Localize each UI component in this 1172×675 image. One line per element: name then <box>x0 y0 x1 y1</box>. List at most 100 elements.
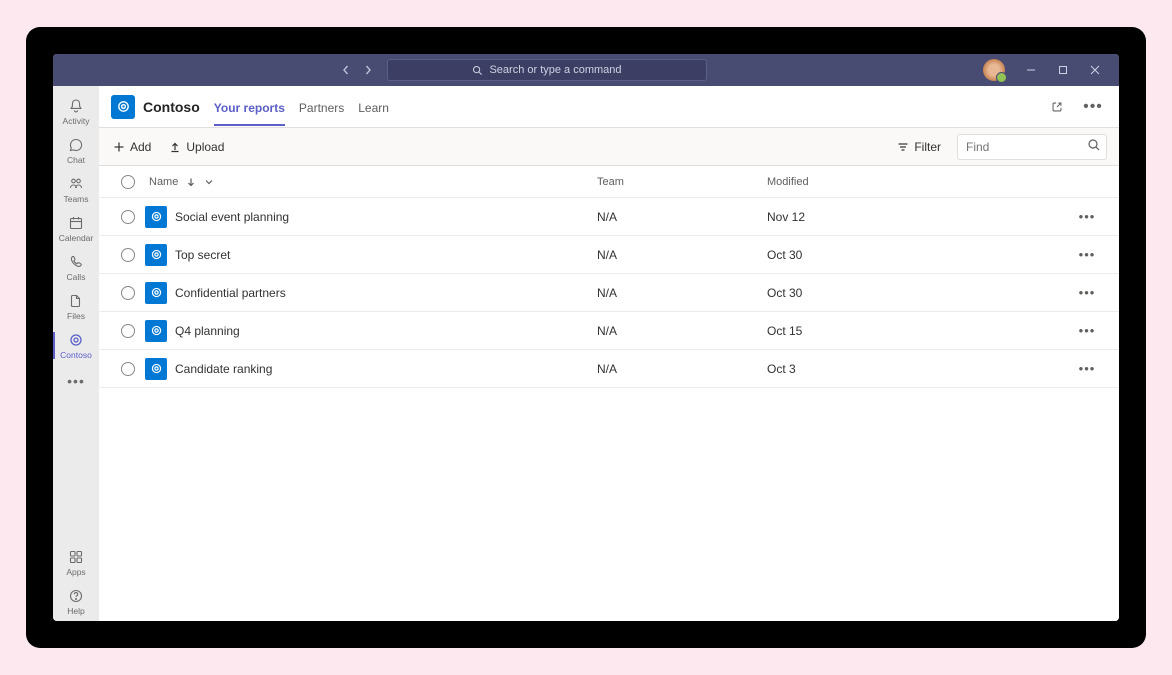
search-icon <box>1087 138 1101 152</box>
tab-partners[interactable]: Partners <box>299 89 344 125</box>
rail-item-label: Files <box>67 311 85 321</box>
row-team: N/A <box>597 324 767 338</box>
find-box <box>957 134 1107 160</box>
table-row[interactable]: Q4 planning N/A Oct 15 ••• <box>99 312 1119 350</box>
user-avatar[interactable] <box>983 59 1005 81</box>
add-label: Add <box>130 140 151 154</box>
rail-item-label: Calls <box>67 272 86 282</box>
contoso-app-icon <box>67 331 85 349</box>
column-name[interactable]: Name <box>149 176 178 188</box>
filter-label: Filter <box>914 140 941 154</box>
window-maximize-button[interactable] <box>1047 56 1079 84</box>
window-minimize-button[interactable] <box>1015 56 1047 84</box>
select-all-checkbox[interactable] <box>121 175 135 189</box>
row-name: Candidate ranking <box>175 362 272 376</box>
rail-item-label: Apps <box>66 567 85 577</box>
row-checkbox[interactable] <box>121 248 135 262</box>
chevron-down-icon[interactable] <box>204 177 214 187</box>
table-row[interactable]: Social event planning N/A Nov 12 ••• <box>99 198 1119 236</box>
row-checkbox[interactable] <box>121 286 135 300</box>
filter-icon <box>897 141 909 153</box>
report-file-icon <box>145 282 167 304</box>
rail-more-button[interactable]: ••• <box>67 365 85 397</box>
add-button[interactable]: Add <box>111 136 153 158</box>
app-header: Contoso Your reports Partners Learn ••• <box>99 86 1119 128</box>
row-more-button[interactable]: ••• <box>1067 323 1107 338</box>
report-file-icon <box>145 244 167 266</box>
row-more-button[interactable]: ••• <box>1067 209 1107 224</box>
row-more-button[interactable]: ••• <box>1067 285 1107 300</box>
row-name: Confidential partners <box>175 286 286 300</box>
rail-item-label: Chat <box>67 155 85 165</box>
row-team: N/A <box>597 248 767 262</box>
more-options-button[interactable]: ••• <box>1079 93 1107 121</box>
row-modified: Nov 12 <box>767 210 1067 224</box>
row-more-button[interactable]: ••• <box>1067 247 1107 262</box>
app-header-icon <box>111 95 135 119</box>
nav-forward-button[interactable] <box>359 61 377 79</box>
apps-icon <box>67 548 85 566</box>
bell-icon <box>67 97 85 115</box>
teams-window: Search or type a command Activity <box>53 54 1119 621</box>
row-name: Social event planning <box>175 210 289 224</box>
rail-item-label: Calendar <box>59 233 94 243</box>
rail-item-help[interactable]: Help <box>53 582 99 621</box>
row-more-button[interactable]: ••• <box>1067 361 1107 376</box>
nav-back-button[interactable] <box>337 61 355 79</box>
report-file-icon <box>145 320 167 342</box>
open-external-button[interactable] <box>1043 93 1071 121</box>
column-modified[interactable]: Modified <box>767 176 1067 188</box>
search-placeholder: Search or type a command <box>489 64 621 76</box>
rail-item-label: Contoso <box>60 350 92 360</box>
rail-item-apps[interactable]: Apps <box>53 543 99 582</box>
app-rail: Activity Chat Teams Calendar Calls <box>53 86 99 621</box>
rail-item-label: Activity <box>63 116 90 126</box>
help-icon <box>67 587 85 605</box>
table-row[interactable]: Confidential partners N/A Oct 30 ••• <box>99 274 1119 312</box>
sort-arrow-down-icon[interactable] <box>186 177 196 187</box>
plus-icon <box>113 141 125 153</box>
filter-button[interactable]: Filter <box>895 136 943 158</box>
global-search-input[interactable]: Search or type a command <box>387 59 707 81</box>
table-header: Name Team Modified <box>99 166 1119 198</box>
main-content: Contoso Your reports Partners Learn ••• <box>99 86 1119 621</box>
rail-item-calendar[interactable]: Calendar <box>53 209 99 248</box>
find-input[interactable] <box>957 134 1107 160</box>
row-team: N/A <box>597 362 767 376</box>
table-row[interactable]: Candidate ranking N/A Oct 3 ••• <box>99 350 1119 388</box>
row-name: Q4 planning <box>175 324 240 338</box>
rail-item-teams[interactable]: Teams <box>53 170 99 209</box>
rail-item-files[interactable]: Files <box>53 287 99 326</box>
more-icon: ••• <box>1083 98 1103 116</box>
rail-item-activity[interactable]: Activity <box>53 92 99 131</box>
column-team[interactable]: Team <box>597 176 767 188</box>
rail-item-contoso[interactable]: Contoso <box>53 326 99 365</box>
search-icon <box>472 65 483 76</box>
report-file-icon <box>145 206 167 228</box>
row-name: Top secret <box>175 248 230 262</box>
row-modified: Oct 30 <box>767 248 1067 262</box>
row-checkbox[interactable] <box>121 362 135 376</box>
rail-item-label: Help <box>67 606 84 616</box>
row-team: N/A <box>597 286 767 300</box>
rail-item-calls[interactable]: Calls <box>53 248 99 287</box>
phone-icon <box>67 253 85 271</box>
upload-label: Upload <box>186 140 224 154</box>
row-checkbox[interactable] <box>121 210 135 224</box>
calendar-icon <box>67 214 85 232</box>
table-row[interactable]: Top secret N/A Oct 30 ••• <box>99 236 1119 274</box>
row-modified: Oct 15 <box>767 324 1067 338</box>
teams-icon <box>67 175 85 193</box>
tab-your-reports[interactable]: Your reports <box>214 89 285 125</box>
tab-learn[interactable]: Learn <box>358 89 389 125</box>
report-file-icon <box>145 358 167 380</box>
row-checkbox[interactable] <box>121 324 135 338</box>
files-icon <box>67 292 85 310</box>
chat-icon <box>67 136 85 154</box>
rail-item-label: Teams <box>63 194 88 204</box>
rail-item-chat[interactable]: Chat <box>53 131 99 170</box>
upload-button[interactable]: Upload <box>167 136 226 158</box>
row-modified: Oct 3 <box>767 362 1067 376</box>
row-modified: Oct 30 <box>767 286 1067 300</box>
window-close-button[interactable] <box>1079 56 1111 84</box>
